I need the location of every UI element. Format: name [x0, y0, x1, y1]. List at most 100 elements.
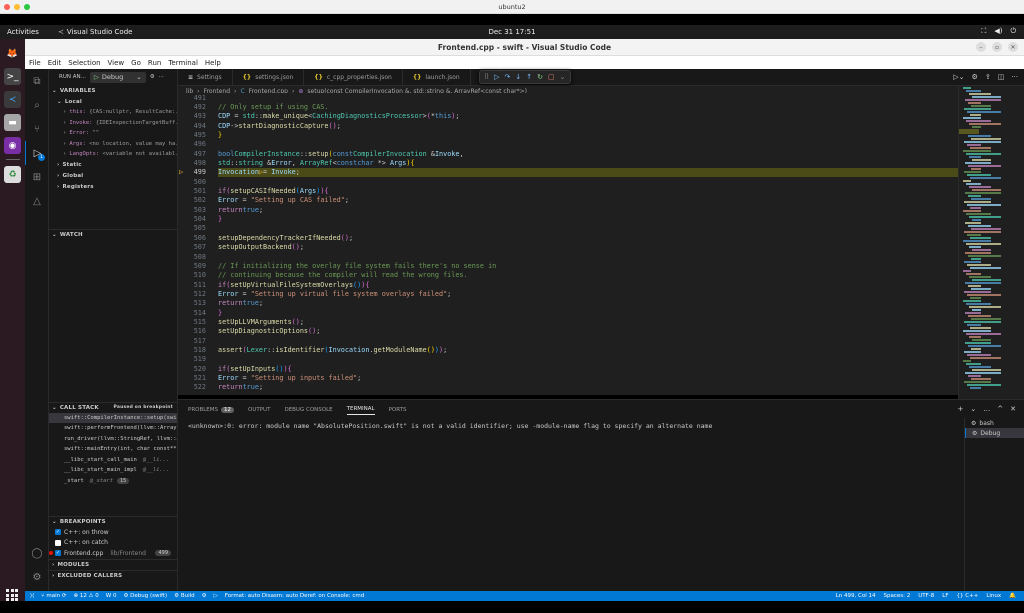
problems-item[interactable]: ⊗ 12 ⚠ 0 — [73, 593, 98, 599]
restart-icon[interactable]: ↻ — [537, 73, 543, 81]
debugger-format-item[interactable]: Format: auto Disasm: auto Deref: on Cons… — [225, 593, 364, 599]
panel-tab-ports[interactable]: PORTS — [389, 407, 407, 413]
panel-tab-terminal[interactable]: TERMINAL — [346, 406, 375, 415]
code-line[interactable]: 515 setUpLLVMArguments(); — [178, 317, 958, 326]
panel-tab-output[interactable]: OUTPUT — [248, 407, 270, 413]
current-line[interactable]: ▷ 499 Invocation ▷ = Invoke; — [178, 167, 958, 178]
code-line[interactable]: 503 return true; — [178, 205, 958, 214]
more-icon[interactable]: ··· — [159, 74, 164, 80]
code-line[interactable]: 496 — [178, 140, 958, 149]
dock-firefox-icon[interactable]: 🦊 — [4, 45, 21, 62]
stack-frame[interactable]: __libc_start_main_impl @__li... — [49, 465, 177, 476]
breakpoint-item[interactable]: ✓ C++: on throw — [49, 527, 177, 538]
continue-icon[interactable]: ▷ — [494, 73, 499, 81]
stack-frame[interactable]: _start @_start 15 — [49, 476, 177, 487]
branch-item[interactable]: ⑂ main ⟳ — [41, 593, 66, 599]
code-line[interactable]: 497 bool CompilerInstance:: setup(const Co… — [178, 149, 958, 158]
menu-file[interactable]: File — [29, 59, 41, 67]
indentation[interactable]: Spaces: 2 — [883, 593, 910, 599]
more-icon[interactable]: ··· — [1011, 73, 1018, 81]
dock-trash-icon[interactable]: ♻ — [4, 166, 21, 183]
system-tray[interactable]: ⛶ ◀) ⏻ — [981, 27, 1016, 36]
stack-frame[interactable]: swift::performFrontend(llvm::ArrayR — [49, 423, 177, 434]
show-apps-icon[interactable] — [6, 589, 18, 601]
code-line[interactable]: 498 std:: string & Error, ArrayRef < const c… — [178, 158, 958, 167]
run-icon[interactable]: ▷ — [214, 593, 218, 599]
menu-run[interactable]: Run — [148, 59, 161, 67]
modules-section-header[interactable]: › MODULES — [49, 558, 177, 570]
breakpoint-checkbox[interactable]: ✓ — [55, 550, 61, 557]
upload-icon[interactable]: ⇪ — [985, 73, 991, 81]
code-line[interactable]: 508 — [178, 252, 958, 261]
power-icon[interactable]: ⏻ — [1010, 27, 1016, 36]
manage-gear-icon[interactable]: ⚙ — [25, 565, 49, 589]
dock-terminal-icon[interactable]: >_ — [4, 68, 21, 85]
step-out-icon[interactable]: ↑ — [526, 73, 532, 81]
code-line[interactable]: 507 setupOutputBackend(); — [178, 243, 958, 252]
cmake-icon[interactable]: △ — [25, 189, 49, 213]
platform[interactable]: Linux — [986, 593, 1001, 599]
code-line[interactable]: 510 // continuing because the compiler w… — [178, 271, 958, 280]
scope-global[interactable]: › Global — [49, 171, 177, 182]
menu-view[interactable]: View — [108, 59, 125, 67]
debug-config-select[interactable]: ▷ Debug ⌄ — [89, 71, 146, 83]
code-line[interactable]: 509 // If initializing the overlay file … — [178, 261, 958, 270]
split-editor-icon[interactable]: ◫ — [998, 73, 1005, 81]
minimap[interactable] — [958, 86, 1024, 399]
variables-section-header[interactable]: ⌄ VARIABLES — [49, 85, 177, 96]
w-item[interactable]: W 0 — [106, 593, 117, 599]
start-debug-icon[interactable]: ▷ — [94, 73, 99, 81]
debug-item[interactable]: ⚙ Debug (swift) — [123, 593, 167, 599]
run-debug-icon[interactable]: ▷⌄ — [953, 73, 964, 81]
drag-handle-icon[interactable]: ⠿ — [484, 73, 489, 81]
menu-help[interactable]: Help — [205, 59, 221, 67]
code-line[interactable]: 502 Error = "Setting up CAS failed"; — [178, 196, 958, 205]
breakpoint-current-icon[interactable]: ▷ — [179, 168, 183, 176]
close-button[interactable]: ✕ — [1008, 42, 1018, 52]
account-icon[interactable]: ◯ — [25, 541, 49, 565]
tab-c-cpp-properties-json[interactable]: {} c_cpp_properties.json — [304, 69, 403, 86]
terminal-instance[interactable]: ⚙ Debug — [965, 428, 1024, 438]
volume-icon[interactable]: ◀) — [994, 27, 1002, 36]
code-line[interactable]: 493 CDP = std:: make_unique < CachingDiagno… — [178, 112, 958, 121]
extensions-icon[interactable]: ⊞ — [25, 165, 49, 189]
close-panel-icon[interactable]: ✕ — [1010, 405, 1016, 413]
code-line[interactable]: 512 Error = "Setting up virtual file sys… — [178, 289, 958, 298]
gear-icon[interactable]: ⚙ — [972, 73, 978, 81]
code-line[interactable]: 522 return true; — [178, 383, 958, 392]
variable-row[interactable]: › Invoke: {IDEInspectionTargetBuff... — [49, 118, 177, 129]
chevron-down-icon[interactable]: ⌄ — [970, 405, 976, 413]
code-line[interactable]: 500 — [178, 177, 958, 186]
tab-settings[interactable]: ≡ Settings — [178, 69, 233, 86]
stack-frame[interactable]: run_driver(llvm::StringRef, llvm::A — [49, 434, 177, 445]
code-line[interactable]: 520 if (setUpInputs()) { — [178, 364, 958, 373]
code-line[interactable]: 494 CDP -> startDiagnosticCapture(); — [178, 121, 958, 130]
watch-section-header[interactable]: ⌄ WATCH — [49, 228, 177, 240]
code-line[interactable]: 504 } — [178, 214, 958, 223]
local-scope[interactable]: ⌄ Local — [49, 96, 177, 107]
build-item[interactable]: ⚙ Build — [174, 593, 195, 599]
new-terminal-icon[interactable]: + — [958, 405, 964, 413]
code-line[interactable]: 518 assert(Lexer:: isIdentifier(Invocatio… — [178, 345, 958, 354]
step-into-icon[interactable]: ↓ — [515, 73, 521, 81]
code-line[interactable]: 506 setupDependencyTrackerIfNeeded(); — [178, 233, 958, 242]
code-line[interactable]: 514 } — [178, 308, 958, 317]
stack-frame[interactable]: __libc_start_call_main @__li... — [49, 455, 177, 466]
more-icon[interactable]: … — [983, 405, 990, 413]
breakpoint-checkbox[interactable]: ✓ — [55, 529, 61, 536]
code-line[interactable]: 491 — [178, 93, 958, 102]
code-editor[interactable]: 491 492 // Only setup if using CAS. 493 CD… — [178, 93, 958, 395]
encoding[interactable]: UTF-8 — [918, 593, 934, 599]
terminal-output[interactable]: <unknown>:0: error: module name "Absolut… — [188, 422, 712, 430]
variable-row[interactable]: › Args: <no location, value may ha... — [49, 139, 177, 150]
step-over-icon[interactable]: ↷ — [505, 73, 511, 81]
panel-tab-problems[interactable]: PROBLEMS 12 — [188, 407, 235, 413]
search-icon[interactable]: ⌕ — [25, 93, 49, 117]
menu-edit[interactable]: Edit — [48, 59, 62, 67]
gear-icon[interactable]: ⚙ — [202, 593, 207, 599]
minimize-button[interactable]: – — [976, 42, 986, 52]
network-icon[interactable]: ⛶ — [981, 27, 986, 36]
dock-vscode-icon[interactable]: ≺ — [4, 91, 21, 108]
language-mode[interactable]: {} C++ — [957, 593, 979, 599]
source-control-icon[interactable]: ⑂ — [25, 117, 49, 141]
